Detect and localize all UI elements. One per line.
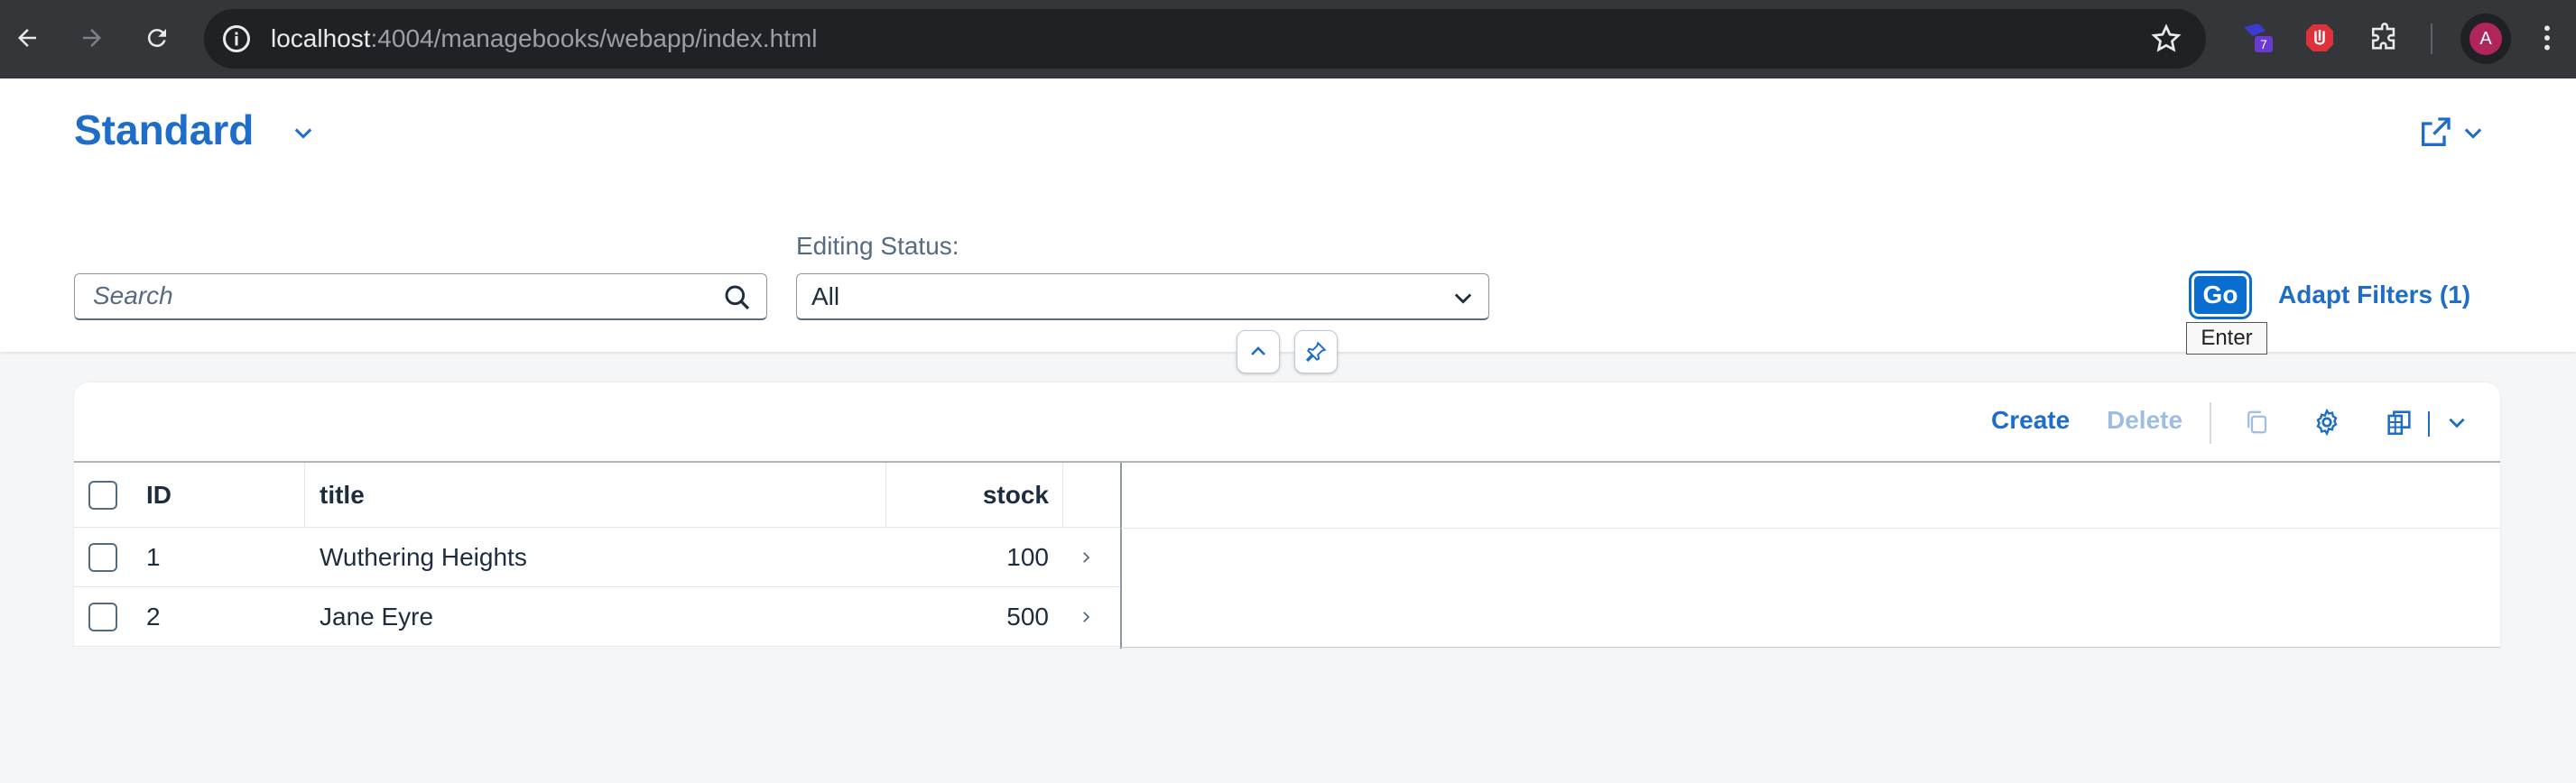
column-separator <box>1062 463 1063 528</box>
profile-avatar[interactable]: A <box>2460 14 2511 64</box>
column-header-stock[interactable]: stock <box>886 463 1049 527</box>
svg-text:7: 7 <box>2260 37 2267 51</box>
row-divider <box>1121 647 2500 648</box>
collapse-header-button[interactable] <box>1237 330 1280 373</box>
pin-icon <box>1305 341 1327 363</box>
table-row[interactable]: 1 Wuthering Heights 100 <box>74 528 1121 587</box>
books-table: ID title stock 1 Wuthering Heights 100 2… <box>74 461 2500 649</box>
extensions-puzzle-icon[interactable] <box>2365 18 2405 58</box>
row-navigation-chevron-icon[interactable] <box>1078 528 1105 586</box>
filter-header: Standard Editing Status: All Go Enter Ad… <box>0 78 2576 373</box>
url-text: localhost:4004/managebooks/webapp/index.… <box>271 24 818 52</box>
toolbar-divider <box>2431 23 2432 54</box>
export-separator <box>2428 411 2430 437</box>
column-separator <box>304 463 305 528</box>
row-navigation-chevron-icon[interactable] <box>1078 587 1105 646</box>
browser-toolbar: localhost:4004/managebooks/webapp/index.… <box>0 0 2576 78</box>
variant-chevron-down-icon[interactable] <box>291 120 316 145</box>
share-chevron-down-icon[interactable] <box>2460 120 2486 145</box>
settings-gear-icon[interactable] <box>2309 404 2345 440</box>
delete-button[interactable]: Delete <box>2107 406 2182 435</box>
editing-status-value: All <box>811 282 840 310</box>
column-header-id[interactable]: ID <box>146 463 171 527</box>
bookmark-star-icon[interactable] <box>2150 23 2182 55</box>
cell-title: Wuthering Heights <box>320 542 527 571</box>
adapt-filters-button[interactable]: Adapt Filters (1) <box>2278 281 2470 309</box>
extension-badge-icon[interactable]: 7 <box>2238 18 2278 58</box>
site-info-icon[interactable] <box>220 23 253 55</box>
go-button[interactable]: Go <box>2189 271 2252 319</box>
row-divider <box>1121 528 2500 529</box>
row-checkbox[interactable] <box>88 602 117 631</box>
adblock-icon[interactable] <box>2300 18 2340 58</box>
menu-dots-icon[interactable] <box>2527 18 2567 58</box>
column-header-title[interactable]: title <box>320 463 365 527</box>
chevron-up-icon <box>1251 346 1265 355</box>
create-button[interactable]: Create <box>1991 406 2070 435</box>
back-icon[interactable] <box>7 18 47 58</box>
editing-status-select[interactable]: All <box>796 273 1489 320</box>
export-spreadsheet-icon[interactable] <box>2381 404 2417 440</box>
select-all-checkbox[interactable] <box>88 480 117 510</box>
reload-icon[interactable] <box>137 18 177 58</box>
share-icon[interactable] <box>2417 115 2453 151</box>
export-chevron-down-icon[interactable] <box>2439 404 2475 440</box>
go-tooltip: Enter <box>2186 322 2267 355</box>
toolbar-separator <box>2210 402 2211 444</box>
cell-id: 1 <box>146 542 161 571</box>
search-field[interactable] <box>74 273 767 320</box>
search-input[interactable] <box>75 274 707 318</box>
copy-icon[interactable] <box>2238 404 2275 440</box>
editing-status-label: Editing Status: <box>796 232 959 260</box>
table-panel: Create Delete ID title stock 1 Wuthering… <box>74 382 2500 649</box>
cell-stock: 500 <box>1006 602 1049 631</box>
search-icon[interactable] <box>723 283 752 312</box>
cell-title: Jane Eyre <box>320 602 434 631</box>
table-row[interactable]: 2 Jane Eyre 500 <box>74 587 1121 647</box>
table-column-boundary <box>1120 463 1122 649</box>
row-checkbox[interactable] <box>88 542 117 572</box>
cell-stock: 100 <box>1006 542 1049 571</box>
address-bar[interactable]: localhost:4004/managebooks/webapp/index.… <box>204 9 2206 69</box>
forward-icon[interactable] <box>72 18 112 58</box>
variant-title[interactable]: Standard <box>74 106 254 154</box>
pin-header-button[interactable] <box>1294 330 1338 373</box>
cell-id: 2 <box>146 602 161 631</box>
chevron-down-icon[interactable] <box>1450 285 1476 310</box>
table-header-row: ID title stock <box>74 463 1121 528</box>
